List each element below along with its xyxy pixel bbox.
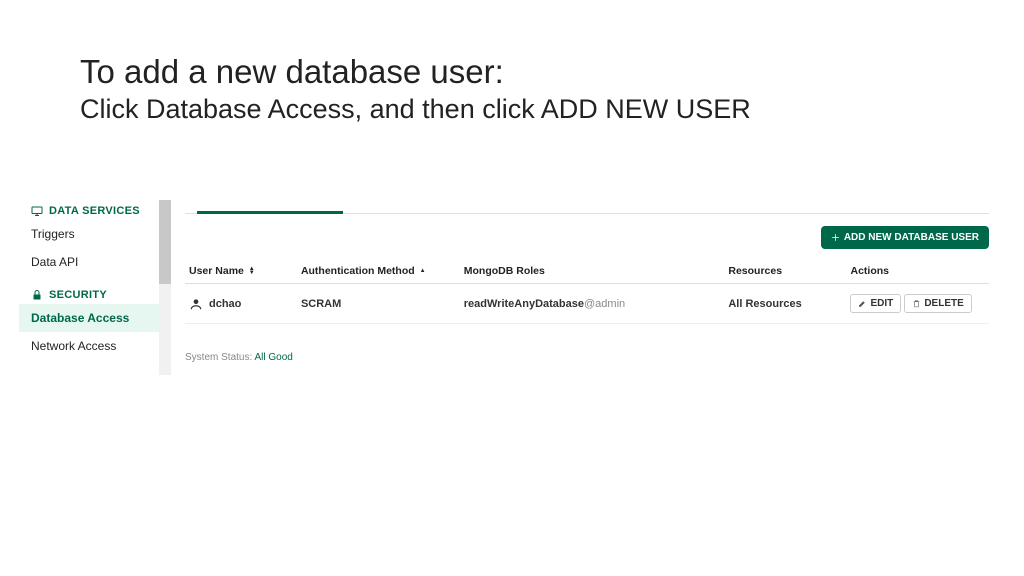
edit-label: EDIT: [870, 298, 893, 309]
main-panel: ADD NEW DATABASE USER User Name ▲▼ Authe…: [171, 200, 1003, 375]
status-label: System Status:: [185, 352, 252, 363]
sidebar-scrollbar-thumb[interactable]: [159, 200, 171, 284]
app-screenshot: DATA SERVICES Triggers Data API SECURITY…: [19, 200, 1003, 375]
actions-cell: EDIT DELETE: [846, 284, 989, 324]
monitor-icon: [31, 205, 43, 217]
col-actions: Actions: [846, 259, 989, 284]
system-status: System Status: All Good: [185, 352, 989, 363]
sidebar-section-security: SECURITY: [19, 286, 171, 304]
sidebar: DATA SERVICES Triggers Data API SECURITY…: [19, 200, 171, 375]
sidebar-section-label: DATA SERVICES: [49, 205, 140, 217]
role-scope: @admin: [584, 298, 625, 310]
col-user-name[interactable]: User Name ▲▼: [185, 259, 297, 284]
col-auth-label: Authentication Method: [301, 265, 415, 277]
col-user-label: User Name: [189, 265, 244, 277]
plus-icon: [831, 233, 840, 242]
add-new-database-user-button[interactable]: ADD NEW DATABASE USER: [821, 226, 989, 249]
auth-method: SCRAM: [297, 284, 460, 324]
trash-icon: [912, 299, 921, 308]
sort-icon: ▲▼: [249, 267, 255, 275]
delete-button[interactable]: DELETE: [904, 294, 971, 313]
sidebar-section-label: SECURITY: [49, 289, 107, 301]
sidebar-item-data-api[interactable]: Data API: [19, 248, 171, 276]
add-user-button-label: ADD NEW DATABASE USER: [844, 232, 979, 243]
edit-button[interactable]: EDIT: [850, 294, 901, 313]
slide-title: To add a new database user:: [80, 52, 751, 92]
table-row: dchao SCRAM readWriteAnyDatabase@admin A…: [185, 284, 989, 324]
user-icon: [189, 297, 203, 311]
roles-cell: readWriteAnyDatabase@admin: [460, 284, 725, 324]
col-resources: Resources: [724, 259, 846, 284]
sidebar-item-network-access[interactable]: Network Access: [19, 332, 171, 360]
tab-custom-roles[interactable]: [323, 209, 393, 213]
col-roles: MongoDB Roles: [460, 259, 725, 284]
tab-database-users[interactable]: [203, 209, 293, 213]
lock-icon: [31, 289, 43, 301]
tabs-row: [185, 200, 989, 214]
sidebar-section-data-services: DATA SERVICES: [19, 202, 171, 220]
resources-cell: All Resources: [724, 284, 846, 324]
sidebar-item-triggers[interactable]: Triggers: [19, 220, 171, 248]
user-name: dchao: [209, 298, 241, 310]
users-table: User Name ▲▼ Authentication Method ▲ Mon…: [185, 259, 989, 324]
sort-up-icon: ▲: [420, 269, 426, 273]
delete-label: DELETE: [924, 298, 963, 309]
status-value: All Good: [254, 352, 292, 363]
sidebar-item-database-access[interactable]: Database Access: [19, 304, 171, 332]
col-auth-method[interactable]: Authentication Method ▲: [297, 259, 460, 284]
slide-subtitle: Click Database Access, and then click AD…: [80, 94, 751, 125]
user-cell: dchao: [189, 297, 293, 311]
role-name: readWriteAnyDatabase: [464, 298, 584, 310]
pencil-icon: [858, 299, 867, 308]
